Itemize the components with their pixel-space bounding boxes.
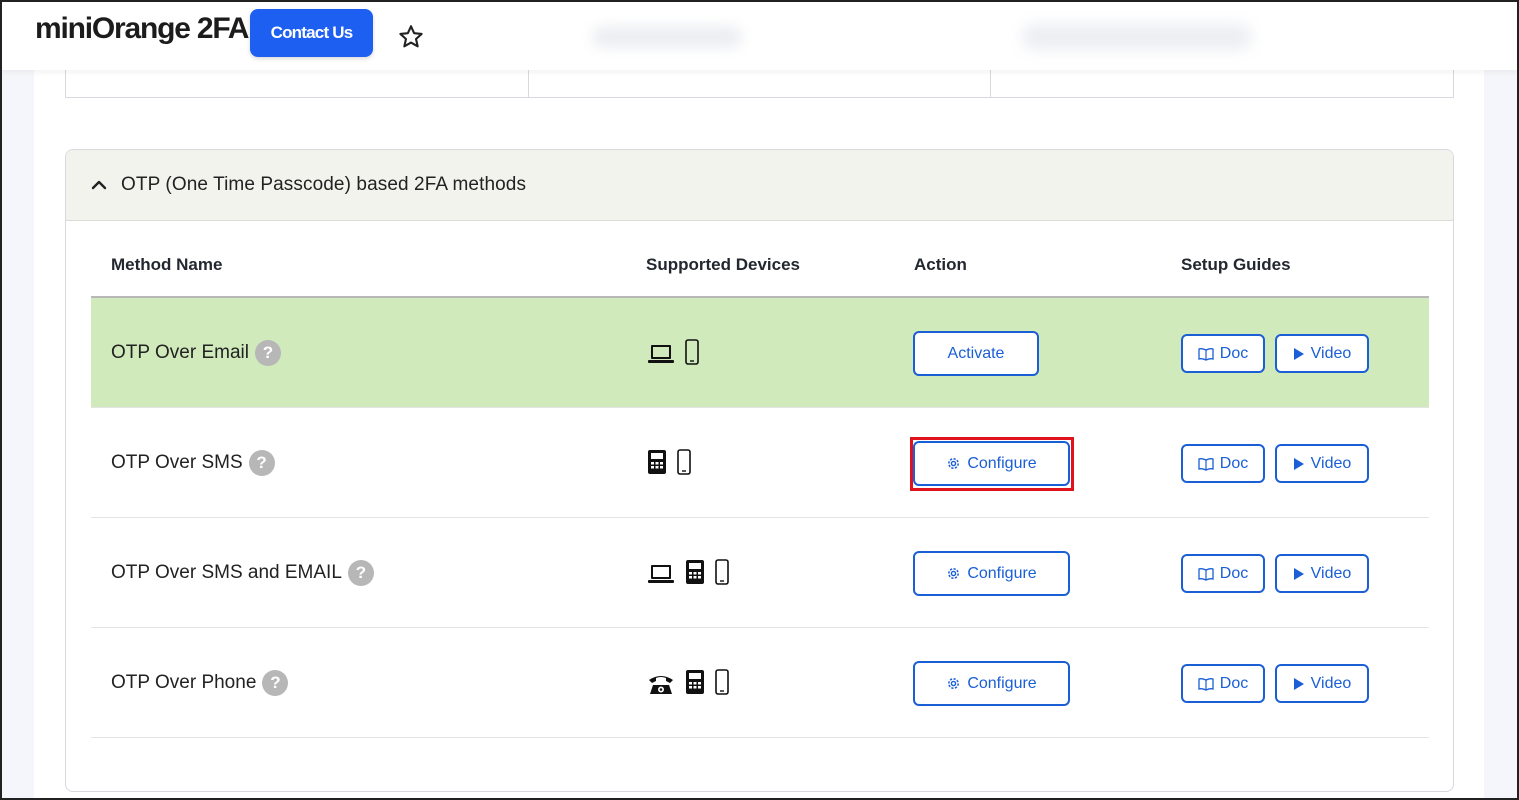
- doc-button[interactable]: Doc: [1181, 664, 1265, 703]
- doc-label: Doc: [1219, 344, 1249, 362]
- methods-table: Method Name Supported Devices Action Set…: [91, 222, 1429, 738]
- book-icon: [1198, 347, 1214, 361]
- video-button[interactable]: Video: [1275, 334, 1369, 373]
- video-button[interactable]: Video: [1275, 554, 1369, 593]
- brand-title: miniOrange 2FA: [35, 12, 249, 45]
- column-header-setup-guides: Setup Guides: [1181, 255, 1291, 274]
- supported-devices: [647, 447, 691, 475]
- doc-label: Doc: [1219, 674, 1249, 692]
- help-icon[interactable]: ?: [262, 669, 289, 696]
- feature-phone-icon: [686, 670, 704, 694]
- feature-phone-icon: [686, 560, 704, 584]
- play-icon: [1293, 677, 1304, 690]
- section-title: OTP (One Time Passcode) based 2FA method…: [121, 174, 527, 195]
- gear-icon: [948, 458, 960, 469]
- telephone-icon: [649, 676, 673, 694]
- otp-methods-section: OTP (One Time Passcode) based 2FA method…: [65, 149, 1454, 792]
- method-name: OTP Over Phone: [111, 671, 257, 693]
- doc-label: Doc: [1219, 564, 1249, 582]
- doc-button[interactable]: Doc: [1181, 334, 1265, 373]
- video-label: Video: [1310, 564, 1352, 582]
- column-header-action: Action: [914, 255, 967, 274]
- configure-label: Configure: [967, 674, 1037, 692]
- play-icon: [1293, 567, 1304, 580]
- video-label: Video: [1310, 674, 1352, 692]
- laptop-icon: [648, 345, 674, 363]
- blurred-nav-item: [1022, 24, 1252, 50]
- supported-devices: [647, 667, 729, 695]
- video-label: Video: [1310, 454, 1352, 472]
- doc-label: Doc: [1219, 454, 1249, 472]
- video-label: Video: [1310, 344, 1352, 362]
- smartphone-icon: [677, 449, 691, 475]
- method-name-cell: OTP Over SMS and EMAIL ?: [111, 518, 374, 627]
- play-icon: [1293, 347, 1304, 360]
- doc-button[interactable]: Doc: [1181, 444, 1265, 483]
- configure-button[interactable]: Configure: [913, 441, 1070, 486]
- supported-devices: [647, 337, 699, 365]
- activate-button[interactable]: Activate: [913, 331, 1039, 376]
- video-button[interactable]: Video: [1275, 664, 1369, 703]
- book-icon: [1198, 457, 1214, 471]
- configure-button[interactable]: Configure: [913, 551, 1070, 596]
- help-icon[interactable]: ?: [248, 449, 275, 476]
- table-header: Method Name Supported Devices Action Set…: [91, 222, 1429, 298]
- method-name: OTP Over SMS and EMAIL: [111, 561, 342, 583]
- doc-button[interactable]: Doc: [1181, 554, 1265, 593]
- table-row: OTP Over Phone ? Configure Doc Video: [91, 628, 1429, 738]
- section-header[interactable]: OTP (One Time Passcode) based 2FA method…: [66, 150, 1453, 221]
- top-header: miniOrange 2FA Contact Us: [2, 2, 1517, 70]
- supported-devices: [647, 557, 729, 585]
- configure-label: Configure: [967, 564, 1037, 582]
- smartphone-icon: [685, 339, 699, 365]
- method-name-cell: OTP Over Phone ?: [111, 628, 289, 737]
- contact-us-button[interactable]: Contact Us: [250, 9, 373, 57]
- help-icon[interactable]: ?: [347, 559, 374, 586]
- gear-icon: [948, 678, 960, 689]
- smartphone-icon: [715, 669, 729, 695]
- chevron-up-icon[interactable]: [90, 176, 108, 194]
- configure-label: Configure: [967, 454, 1037, 472]
- table-row: OTP Over Email ? Activate Doc Video: [91, 298, 1429, 408]
- video-button[interactable]: Video: [1275, 444, 1369, 483]
- play-icon: [1293, 457, 1304, 470]
- blurred-nav-item: [592, 26, 742, 48]
- method-name: OTP Over SMS: [111, 451, 243, 473]
- book-icon: [1198, 567, 1214, 581]
- smartphone-icon: [715, 559, 729, 585]
- feature-phone-icon: [648, 450, 666, 474]
- column-header-method-name: Method Name: [111, 255, 223, 274]
- help-icon[interactable]: ?: [254, 339, 281, 366]
- table-row: OTP Over SMS and EMAIL ? Configure Doc V…: [91, 518, 1429, 628]
- table-row: OTP Over SMS ? Configure Doc Video: [91, 408, 1429, 518]
- book-icon: [1198, 677, 1214, 691]
- column-header-supported-devices: Supported Devices: [646, 255, 800, 274]
- method-name-cell: OTP Over SMS ?: [111, 408, 275, 517]
- star-icon[interactable]: [397, 23, 425, 51]
- method-name: OTP Over Email: [111, 341, 249, 363]
- method-name-cell: OTP Over Email ?: [111, 298, 281, 407]
- laptop-icon: [648, 565, 674, 583]
- gear-icon: [948, 568, 960, 579]
- configure-button[interactable]: Configure: [913, 661, 1070, 706]
